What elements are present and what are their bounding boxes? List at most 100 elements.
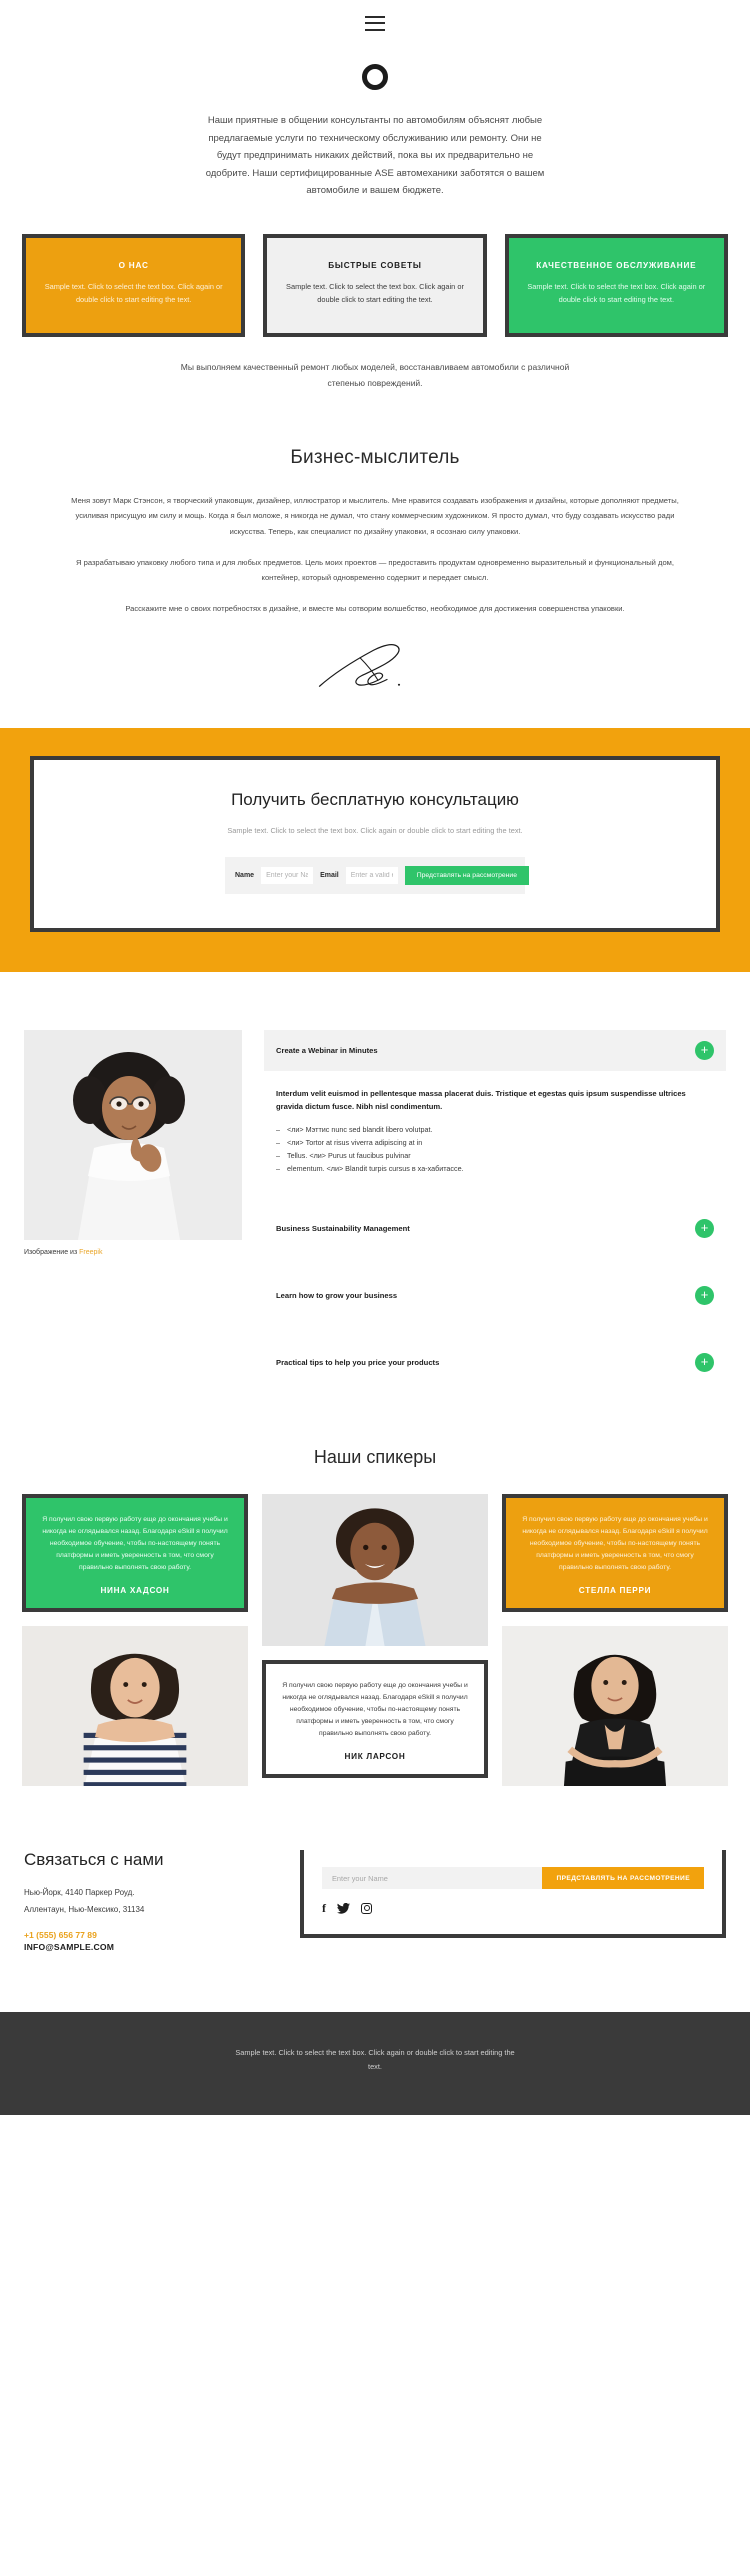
feature-card-title: О НАС: [118, 260, 149, 270]
accordion-item-title: Learn how to grow your business: [276, 1290, 398, 1300]
twitter-icon[interactable]: [337, 1902, 350, 1914]
accordion-spacer: [264, 1249, 726, 1275]
contact-info: Связаться с нами Нью-Йорк, 4140 Паркер Р…: [24, 1850, 274, 1952]
accordion-panel-webinar: Interdum velit euismod in pellentesque m…: [264, 1071, 726, 1182]
handwritten-signature-icon: [318, 644, 401, 688]
speaker-quote: Я получил свою первую работу еще до окон…: [522, 1515, 708, 1572]
accordion-panel-lead: Interdum velit euismod in pellentesque m…: [276, 1088, 686, 1112]
feature-section: Изображение из Freepik Create a Webinar …: [0, 972, 750, 1383]
address-line-2: Аллентаун, Нью-Мексико, 31134: [24, 1904, 145, 1914]
hero-description: Наши приятные в общении консультанты по …: [205, 115, 545, 197]
photo-illustration: [22, 1626, 248, 1787]
accordion-item-grow-business[interactable]: Learn how to grow your business +: [264, 1275, 726, 1316]
bio-section: Бизнес-мыслитель Меня зовут Марк Стэнсон…: [0, 391, 750, 694]
plus-icon[interactable]: +: [695, 1040, 714, 1060]
accordion-item-title: Create a Webinar in Minutes: [276, 1045, 378, 1055]
bio-paragraph-1: Меня зовут Марк Стэнсон, я творческий уп…: [71, 496, 679, 536]
speaker-card-nick[interactable]: Я получил свою первую работу еще до окон…: [262, 1659, 488, 1779]
photo-illustration: [502, 1626, 728, 1787]
cards-caption: Мы выполняем качественный ремонт любых м…: [180, 362, 570, 389]
hamburger-menu-icon[interactable]: [365, 15, 385, 31]
feature-card-body: Sample text. Click to select the text bo…: [44, 282, 223, 305]
contact-address: Нью-Йорк, 4140 Паркер Роуд. Аллентаун, Н…: [24, 1885, 274, 1918]
accordion-panel-list: <ли> Мэттис nunc sed blandit libero volu…: [276, 1124, 714, 1175]
plus-icon[interactable]: +: [695, 1285, 714, 1305]
circle-logo-icon: [362, 64, 388, 90]
speakers-grid: Я получил свою первую работу еще до окон…: [0, 1493, 750, 1787]
speaker-card-stella[interactable]: Я получил свою первую работу еще до окон…: [502, 1493, 728, 1613]
instagram-glyph: [361, 1902, 372, 1914]
name-input[interactable]: [261, 866, 314, 884]
feature-card-body: Sample text. Click to select the text bo…: [527, 282, 706, 305]
accordion-item-title: Business Sustainability Management: [276, 1223, 410, 1233]
consultation-band: Получить бесплатную консультацию Sample …: [0, 728, 750, 972]
feature-cards-row: О НАС Sample text. Click to select the t…: [0, 226, 750, 338]
speaker-card-nina[interactable]: Я получил свою первую работу еще до окон…: [22, 1493, 248, 1613]
facebook-icon[interactable]: f: [322, 1902, 326, 1914]
site-footer: Sample text. Click to select the text bo…: [0, 2011, 750, 2115]
speaker-photo-man-shirt: [262, 1493, 488, 1646]
plus-icon[interactable]: +: [695, 1352, 714, 1372]
speaker-name: НИК ЛАРСОН: [344, 1752, 406, 1762]
accordion-spacer: [264, 1316, 726, 1342]
bio-title: Бизнес-мыслитель: [290, 447, 460, 469]
feature-card-about[interactable]: О НАС Sample text. Click to select the t…: [22, 233, 246, 338]
burger-line: [365, 15, 385, 18]
list-item: Tellus. <ли> Purus ut faucibus pulvinar: [276, 1150, 714, 1163]
instagram-icon[interactable]: [361, 1902, 372, 1914]
photo-illustration: [24, 1029, 242, 1240]
email-input[interactable]: [345, 866, 398, 884]
bio-paragraph-3: Расскажите мне о своих потребностях в ди…: [125, 604, 625, 614]
woman-thinking-photo: [24, 1029, 242, 1240]
consultation-submit-button[interactable]: Представлять на рассмотрение: [404, 865, 529, 885]
feature-card-body: Sample text. Click to select the text bo…: [286, 282, 464, 305]
footer-text: Sample text. Click to select the text bo…: [235, 2047, 515, 2072]
contact-title: Связаться с нами: [24, 1850, 164, 1870]
accordion-spacer: [264, 1182, 726, 1208]
address-line-1: Нью-Йорк, 4140 Паркер Роуд.: [24, 1888, 135, 1898]
subscribe-panel: ПРЕДСТАВЛЯТЬ НА РАССМОТРЕНИЕ f: [300, 1850, 726, 1939]
accordion-item-sustainability[interactable]: Business Sustainability Management +: [264, 1208, 726, 1249]
speakers-column-1: Я получил свою первую работу еще до окон…: [22, 1493, 248, 1787]
burger-line: [365, 28, 385, 31]
speaker-quote: Я получил свою первую работу еще до окон…: [282, 1681, 468, 1738]
photo-illustration: [262, 1493, 488, 1646]
speakers-column-2: Я получил свою первую работу еще до окон…: [262, 1493, 488, 1786]
plus-icon[interactable]: +: [695, 1218, 714, 1238]
feature-card-title: БЫСТРЫЕ СОВЕТЫ: [328, 260, 422, 270]
twitter-bird-glyph: [337, 1902, 350, 1914]
speakers-column-3: Я получил свою первую работу еще до окон…: [502, 1493, 728, 1787]
subscribe-name-input[interactable]: [322, 1867, 543, 1890]
list-item: <ли> Мэттис nunc sed blandit libero volu…: [276, 1124, 714, 1137]
feature-card-title: КАЧЕСТВЕННОЕ ОБСЛУЖИВАНИЕ: [536, 260, 697, 270]
contact-phone[interactable]: +1 (555) 656 77 89: [24, 1930, 274, 1940]
feature-card-service[interactable]: КАЧЕСТВЕННОЕ ОБСЛУЖИВАНИЕ Sample text. C…: [504, 233, 728, 338]
accordion-item-pricing-tips[interactable]: Practical tips to help you price your pr…: [264, 1342, 726, 1383]
speakers-title: Наши спикеры: [313, 1446, 437, 1467]
bio-paragraph-2: Я разрабатываю упаковку любого типа и дл…: [76, 557, 674, 583]
consultation-form: Name Email Представлять на рассмотрение: [225, 856, 529, 894]
freepik-link[interactable]: Freepik: [79, 1249, 102, 1256]
subscribe-form: ПРЕДСТАВЛЯТЬ НА РАССМОТРЕНИЕ: [322, 1867, 704, 1890]
speaker-quote: Я получил свою первую работу еще до окон…: [42, 1515, 228, 1572]
name-label: Name: [235, 871, 255, 879]
accordion-item-title: Practical tips to help you price your pr…: [276, 1357, 440, 1367]
social-links: f: [322, 1902, 704, 1914]
contact-email[interactable]: INFO@SAMPLE.COM: [24, 1942, 274, 1952]
subscribe-submit-button[interactable]: ПРЕДСТАВЛЯТЬ НА РАССМОТРЕНИЕ: [542, 1867, 704, 1890]
email-label: Email: [320, 871, 339, 879]
speakers-section: Наши спикеры Я получил свою первую работ…: [0, 1383, 750, 1787]
contact-section: Связаться с нами Нью-Йорк, 4140 Паркер Р…: [0, 1786, 750, 1952]
burger-line: [365, 22, 385, 24]
feature-card-tips[interactable]: БЫСТРЫЕ СОВЕТЫ Sample text. Click to sel…: [263, 233, 487, 338]
image-credit: Изображение из Freepik: [24, 1249, 242, 1256]
accordion: Create a Webinar in Minutes + Interdum v…: [264, 1029, 726, 1383]
subscribe-box: ПРЕДСТАВЛЯТЬ НА РАССМОТРЕНИЕ f: [300, 1850, 726, 1939]
accordion-item-webinar[interactable]: Create a Webinar in Minutes +: [264, 1029, 726, 1071]
speaker-photo-woman-striped: [22, 1626, 248, 1787]
speaker-name: НИНА ХАДСОН: [100, 1586, 170, 1596]
feature-left-column: Изображение из Freepik: [24, 1029, 242, 1256]
speaker-name: СТЕЛЛА ПЕРРИ: [578, 1586, 652, 1596]
image-credit-prefix: Изображение из: [24, 1248, 80, 1256]
consultation-title: Получить бесплатную консультацию: [231, 790, 519, 810]
